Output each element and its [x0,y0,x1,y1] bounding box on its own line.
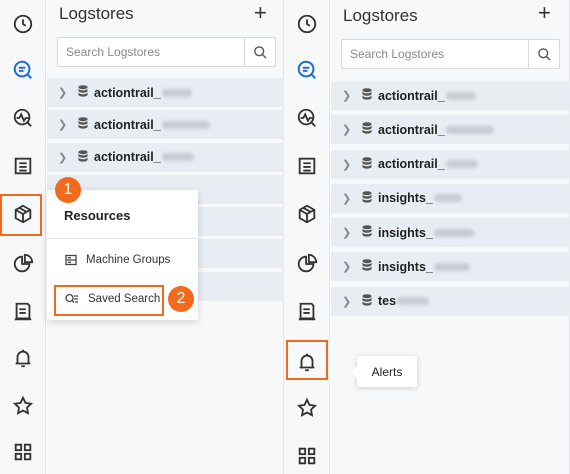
search-input[interactable]: Search Logstores [58,38,245,66]
monitor-icon[interactable] [7,102,39,134]
list-item-label: insights_ [378,259,433,274]
list-item-label: insights_ [378,191,433,206]
star-icon[interactable] [291,392,323,424]
list-icon[interactable] [7,150,39,182]
list-item[interactable]: ❯ actiontrail_ [331,115,570,145]
right-logstore-panel: Logstores + Search Logstores ❯ actiontra… [331,0,570,474]
report-icon[interactable] [291,296,323,328]
database-icon [362,122,372,137]
saved-search-menu-item[interactable]: Saved Search [65,293,160,305]
star-icon[interactable] [7,390,39,422]
clock-icon[interactable] [291,8,323,40]
clock-icon[interactable] [7,8,39,40]
list-item-label: actiontrail_ [378,88,445,103]
list-item[interactable]: ❯ insights_ [331,218,570,248]
redacted-text [445,125,494,134]
divider [47,238,198,239]
step-badge-1: 1 [55,177,81,203]
left-icon-rail [0,0,46,474]
redacted-text [161,120,210,129]
redacted-text [161,88,192,97]
chevron-right-icon[interactable]: ❯ [342,192,354,205]
step-badge-2: 2 [168,286,194,312]
database-icon [78,117,88,132]
list-item-label: actiontrail_ [378,122,445,137]
list-item[interactable]: ❯ actiontrail_ [331,149,570,179]
list-item[interactable]: ❯ insights_ [331,252,570,282]
redacted-text [433,228,474,237]
pie-chart-icon[interactable] [291,248,323,280]
query-icon[interactable] [7,54,39,86]
database-icon [362,259,372,274]
bell-icon[interactable] [7,342,39,374]
database-icon [78,85,88,100]
add-logstore-button[interactable]: + [538,0,551,26]
search-box: Search Logstores [57,37,276,67]
list-item-label: actiontrail_ [94,117,161,132]
chevron-right-icon[interactable]: ❯ [342,260,354,273]
saved-search-icon [65,293,78,303]
search-icon[interactable] [245,38,275,66]
database-icon [362,225,372,240]
machine-groups-menu-item[interactable]: Machine Groups [65,254,170,266]
database-icon [362,88,372,103]
server-icon [65,254,77,266]
package-icon-highlight [0,194,42,236]
search-icon[interactable] [529,40,559,68]
chevron-right-icon[interactable]: ❯ [342,123,354,136]
add-logstore-button[interactable]: + [254,0,267,26]
logstore-list: ❯ actiontrail_ ❯ actiontrail_ ❯ actiontr… [331,81,570,321]
list-item[interactable]: ❯ tes [331,286,570,316]
chevron-right-icon[interactable]: ❯ [342,226,354,239]
chevron-right-icon[interactable]: ❯ [342,295,354,308]
popup-header: Resources [64,208,131,223]
query-icon[interactable] [291,54,323,86]
search-box: Search Logstores [341,39,560,69]
search-input[interactable]: Search Logstores [342,40,529,68]
chevron-right-icon[interactable]: ❯ [58,86,70,99]
report-icon[interactable] [7,296,39,328]
package-icon[interactable] [291,198,323,230]
list-item-label: tes [378,294,397,309]
list-item[interactable]: ❯ actiontrail_ [47,78,284,107]
database-icon [362,293,372,309]
list-item-label: actiontrail_ [94,85,161,100]
redacted-text [433,194,462,203]
chevron-right-icon[interactable]: ❯ [342,158,354,171]
list-item[interactable]: ❯ actiontrail_ [47,110,284,140]
list-icon[interactable] [291,150,323,182]
list-item[interactable]: ❯ actiontrail_ [47,142,284,172]
panel-title: Logstores [59,4,134,23]
grid-icon[interactable] [291,440,323,472]
list-item[interactable]: ❯ actiontrail_ [331,81,570,110]
redacted-text [445,160,478,169]
bell-icon-highlight [286,340,328,380]
pie-chart-icon[interactable] [7,248,39,280]
panel-title: Logstores [343,6,418,25]
monitor-icon[interactable] [291,102,323,134]
chevron-right-icon[interactable]: ❯ [58,151,70,164]
redacted-text [161,153,194,162]
redacted-text [433,262,470,271]
list-item-label: actiontrail_ [94,150,161,165]
database-icon [78,149,88,165]
database-icon [362,156,372,172]
alerts-tooltip: Alerts [351,356,417,387]
right-icon-rail [284,0,330,474]
chevron-right-icon[interactable]: ❯ [342,89,354,102]
chevron-right-icon[interactable]: ❯ [58,118,70,131]
list-item[interactable]: ❯ insights_ [331,183,570,213]
list-item-label: actiontrail_ [378,157,445,172]
redacted-text [445,91,476,100]
redacted-text [397,297,430,306]
grid-icon[interactable] [7,436,39,468]
database-icon [362,191,372,206]
list-item-label: insights_ [378,225,433,240]
